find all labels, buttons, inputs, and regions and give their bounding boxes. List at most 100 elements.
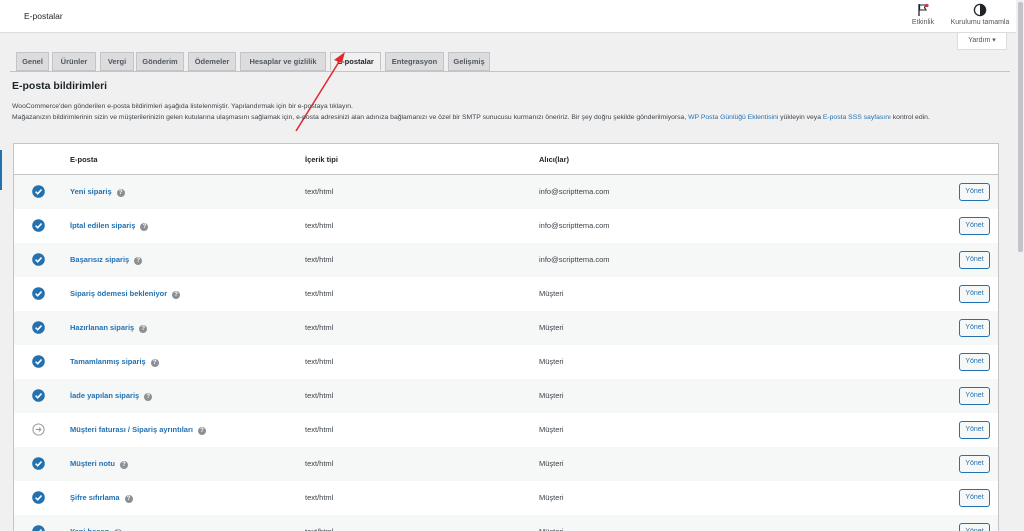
email-name: Başarısız sipariş bbox=[70, 255, 130, 264]
content-type: text/html bbox=[305, 527, 333, 531]
table-header: E-posta İçerik tipi Alıcı(lar) bbox=[14, 144, 998, 175]
tab-hesaplar-ve-gizlilik[interactable]: Hesaplar ve gizlilik bbox=[240, 52, 326, 71]
help-tip-icon[interactable]: ? bbox=[120, 461, 128, 469]
recipient: Müşteri bbox=[539, 425, 564, 434]
email-name: Müşteri faturası / Sipariş ayrıntıları bbox=[70, 425, 193, 434]
manage-button[interactable]: Yönet bbox=[959, 523, 990, 531]
table-row: Yeni hesap? text/html Müşteri Yönet bbox=[14, 515, 998, 531]
help-tip-icon[interactable]: ? bbox=[124, 495, 133, 503]
activity-button[interactable]: Etkinlik bbox=[908, 3, 938, 26]
tab-genel[interactable]: Genel bbox=[16, 52, 49, 71]
table-row: Hazırlanan sipariş? text/html Müşteri Yönet bbox=[14, 311, 998, 345]
content-type: text/html bbox=[305, 391, 334, 400]
email-name-link[interactable]: Müşteri notu? bbox=[70, 459, 128, 469]
email-name-link[interactable]: Hazırlanan sipariş? bbox=[70, 323, 148, 333]
email-name: Tamamlanmış sipariş bbox=[70, 357, 146, 366]
email-name-link[interactable]: İade yapılan sipariş? bbox=[70, 391, 153, 401]
recipient: info@scripttema.com bbox=[539, 255, 610, 264]
content-type: text/html bbox=[305, 357, 334, 366]
tab-gelismis[interactable]: Gelişmiş bbox=[448, 52, 490, 71]
help-tip-icon[interactable]: ? bbox=[197, 427, 206, 435]
tabs-divider bbox=[10, 71, 1010, 72]
section-title: E-posta bildirimleri bbox=[12, 80, 108, 92]
tab-odemeler[interactable]: Ödemeler bbox=[188, 52, 236, 71]
section-description: WooCommerce'den gönderilen e-posta bildi… bbox=[12, 102, 1007, 123]
email-faq-link[interactable]: E-posta SSS sayfasını bbox=[823, 114, 891, 121]
description-text: yükleyin veya bbox=[778, 113, 823, 121]
help-tab-button[interactable]: Yardım ▾ bbox=[957, 33, 1007, 50]
content-type: text/html bbox=[305, 255, 334, 264]
recipient: Müşteri bbox=[539, 357, 564, 366]
check-circle-icon bbox=[32, 219, 45, 232]
email-name-link[interactable]: Şifre sıfırlama? bbox=[70, 493, 133, 503]
manage-button[interactable]: Yönet bbox=[959, 251, 990, 269]
email-name-link[interactable]: Müşteri faturası / Sipariş ayrıntıları? bbox=[70, 425, 206, 435]
tab-entegrasyon[interactable]: Entegrasyon bbox=[385, 52, 444, 71]
check-circle-icon bbox=[32, 321, 45, 334]
content-type: text/html bbox=[305, 425, 334, 434]
email-name: İptal edilen sipariş bbox=[70, 221, 136, 230]
email-name: Yeni hesap bbox=[70, 527, 109, 531]
recipient: Müşteri bbox=[539, 289, 564, 298]
help-tip-icon[interactable]: ? bbox=[144, 393, 153, 401]
email-name: Hazırlanan sipariş bbox=[70, 323, 135, 332]
flag-icon bbox=[918, 3, 929, 16]
email-notifications-table: E-posta İçerik tipi Alıcı(lar) Yeni sipa… bbox=[13, 143, 999, 531]
content-type: text/html bbox=[305, 187, 334, 196]
help-tip-icon[interactable]: ? bbox=[139, 325, 148, 333]
manage-button[interactable]: Yönet bbox=[959, 489, 990, 507]
scrollbar[interactable] bbox=[1016, 0, 1024, 531]
email-name: Yeni sipariş bbox=[70, 187, 112, 196]
manage-button[interactable]: Yönet bbox=[959, 421, 990, 439]
page-title: E-postalar bbox=[24, 11, 63, 21]
manage-button[interactable]: Yönet bbox=[959, 183, 990, 201]
recipient: Müşteri bbox=[539, 323, 564, 332]
activity-label: Etkinlik bbox=[911, 19, 935, 26]
manage-button[interactable]: Yönet bbox=[959, 319, 990, 337]
email-name-link[interactable]: Sipariş ödemesi bekleniyor? bbox=[70, 289, 181, 299]
check-circle-icon bbox=[32, 287, 45, 300]
description-text: kontrol edin. bbox=[890, 113, 930, 121]
email-name-link[interactable]: Yeni sipariş? bbox=[70, 187, 125, 197]
recipient: info@scripttema.com bbox=[539, 187, 610, 196]
help-tip-icon[interactable]: ? bbox=[150, 359, 159, 367]
header-email: E-posta bbox=[70, 155, 98, 164]
email-name-link[interactable]: İptal edilen sipariş? bbox=[70, 221, 149, 231]
tab-e-postalar[interactable]: E-postalar bbox=[330, 52, 381, 71]
help-tip-icon[interactable]: ? bbox=[134, 257, 143, 265]
check-circle-icon bbox=[32, 355, 45, 368]
description-line-1: WooCommerce'den gönderilen e-posta bildi… bbox=[12, 103, 353, 110]
manage-button[interactable]: Yönet bbox=[959, 387, 990, 405]
manage-button[interactable]: Yönet bbox=[959, 217, 990, 235]
email-name: Şifre sıfırlama bbox=[70, 493, 120, 502]
email-name-link[interactable]: Tamamlanmış sipariş? bbox=[70, 357, 159, 367]
admin-sidebar-edge bbox=[0, 0, 4, 531]
check-circle-icon bbox=[32, 491, 45, 504]
half-circle-icon bbox=[973, 3, 987, 17]
help-tip-icon[interactable]: ? bbox=[116, 189, 125, 197]
email-name: İade yapılan sipariş bbox=[70, 391, 140, 400]
help-tip-icon[interactable]: ? bbox=[140, 223, 149, 231]
tab-vergi[interactable]: Vergi bbox=[100, 52, 134, 71]
tab-gonderim[interactable]: Gönderim bbox=[136, 52, 184, 71]
arrow-circle-icon bbox=[32, 423, 45, 436]
content-type: text/html bbox=[305, 323, 334, 332]
manage-button[interactable]: Yönet bbox=[959, 285, 990, 303]
table-row: Sipariş ödemesi bekleniyor? text/html Müşt… bbox=[14, 277, 998, 311]
manage-button[interactable]: Yönet bbox=[959, 353, 990, 371]
wp-mail-logging-link[interactable]: WP Posta Günlüğü Eklentisini bbox=[688, 114, 778, 121]
header-recipients: Alıcı(lar) bbox=[539, 155, 570, 164]
recipient: Müşteri bbox=[539, 391, 564, 400]
check-circle-icon bbox=[32, 389, 45, 402]
check-circle-icon bbox=[32, 457, 45, 470]
table-row: Başarısız sipariş? text/html info@scriptte… bbox=[14, 243, 998, 277]
email-name-link[interactable]: Yeni hesap? bbox=[70, 527, 123, 531]
manage-button[interactable]: Yönet bbox=[959, 455, 990, 473]
email-name-link[interactable]: Başarısız sipariş? bbox=[70, 255, 143, 265]
recipient: Müşteri bbox=[539, 459, 564, 468]
setup-button[interactable]: Kurulumu tamamla bbox=[945, 3, 1015, 26]
help-tip-icon[interactable]: ? bbox=[172, 291, 181, 299]
scrollbar-thumb[interactable] bbox=[1018, 2, 1023, 252]
content-type: text/html bbox=[305, 459, 334, 468]
tab-urunler[interactable]: Ürünler bbox=[52, 52, 96, 71]
